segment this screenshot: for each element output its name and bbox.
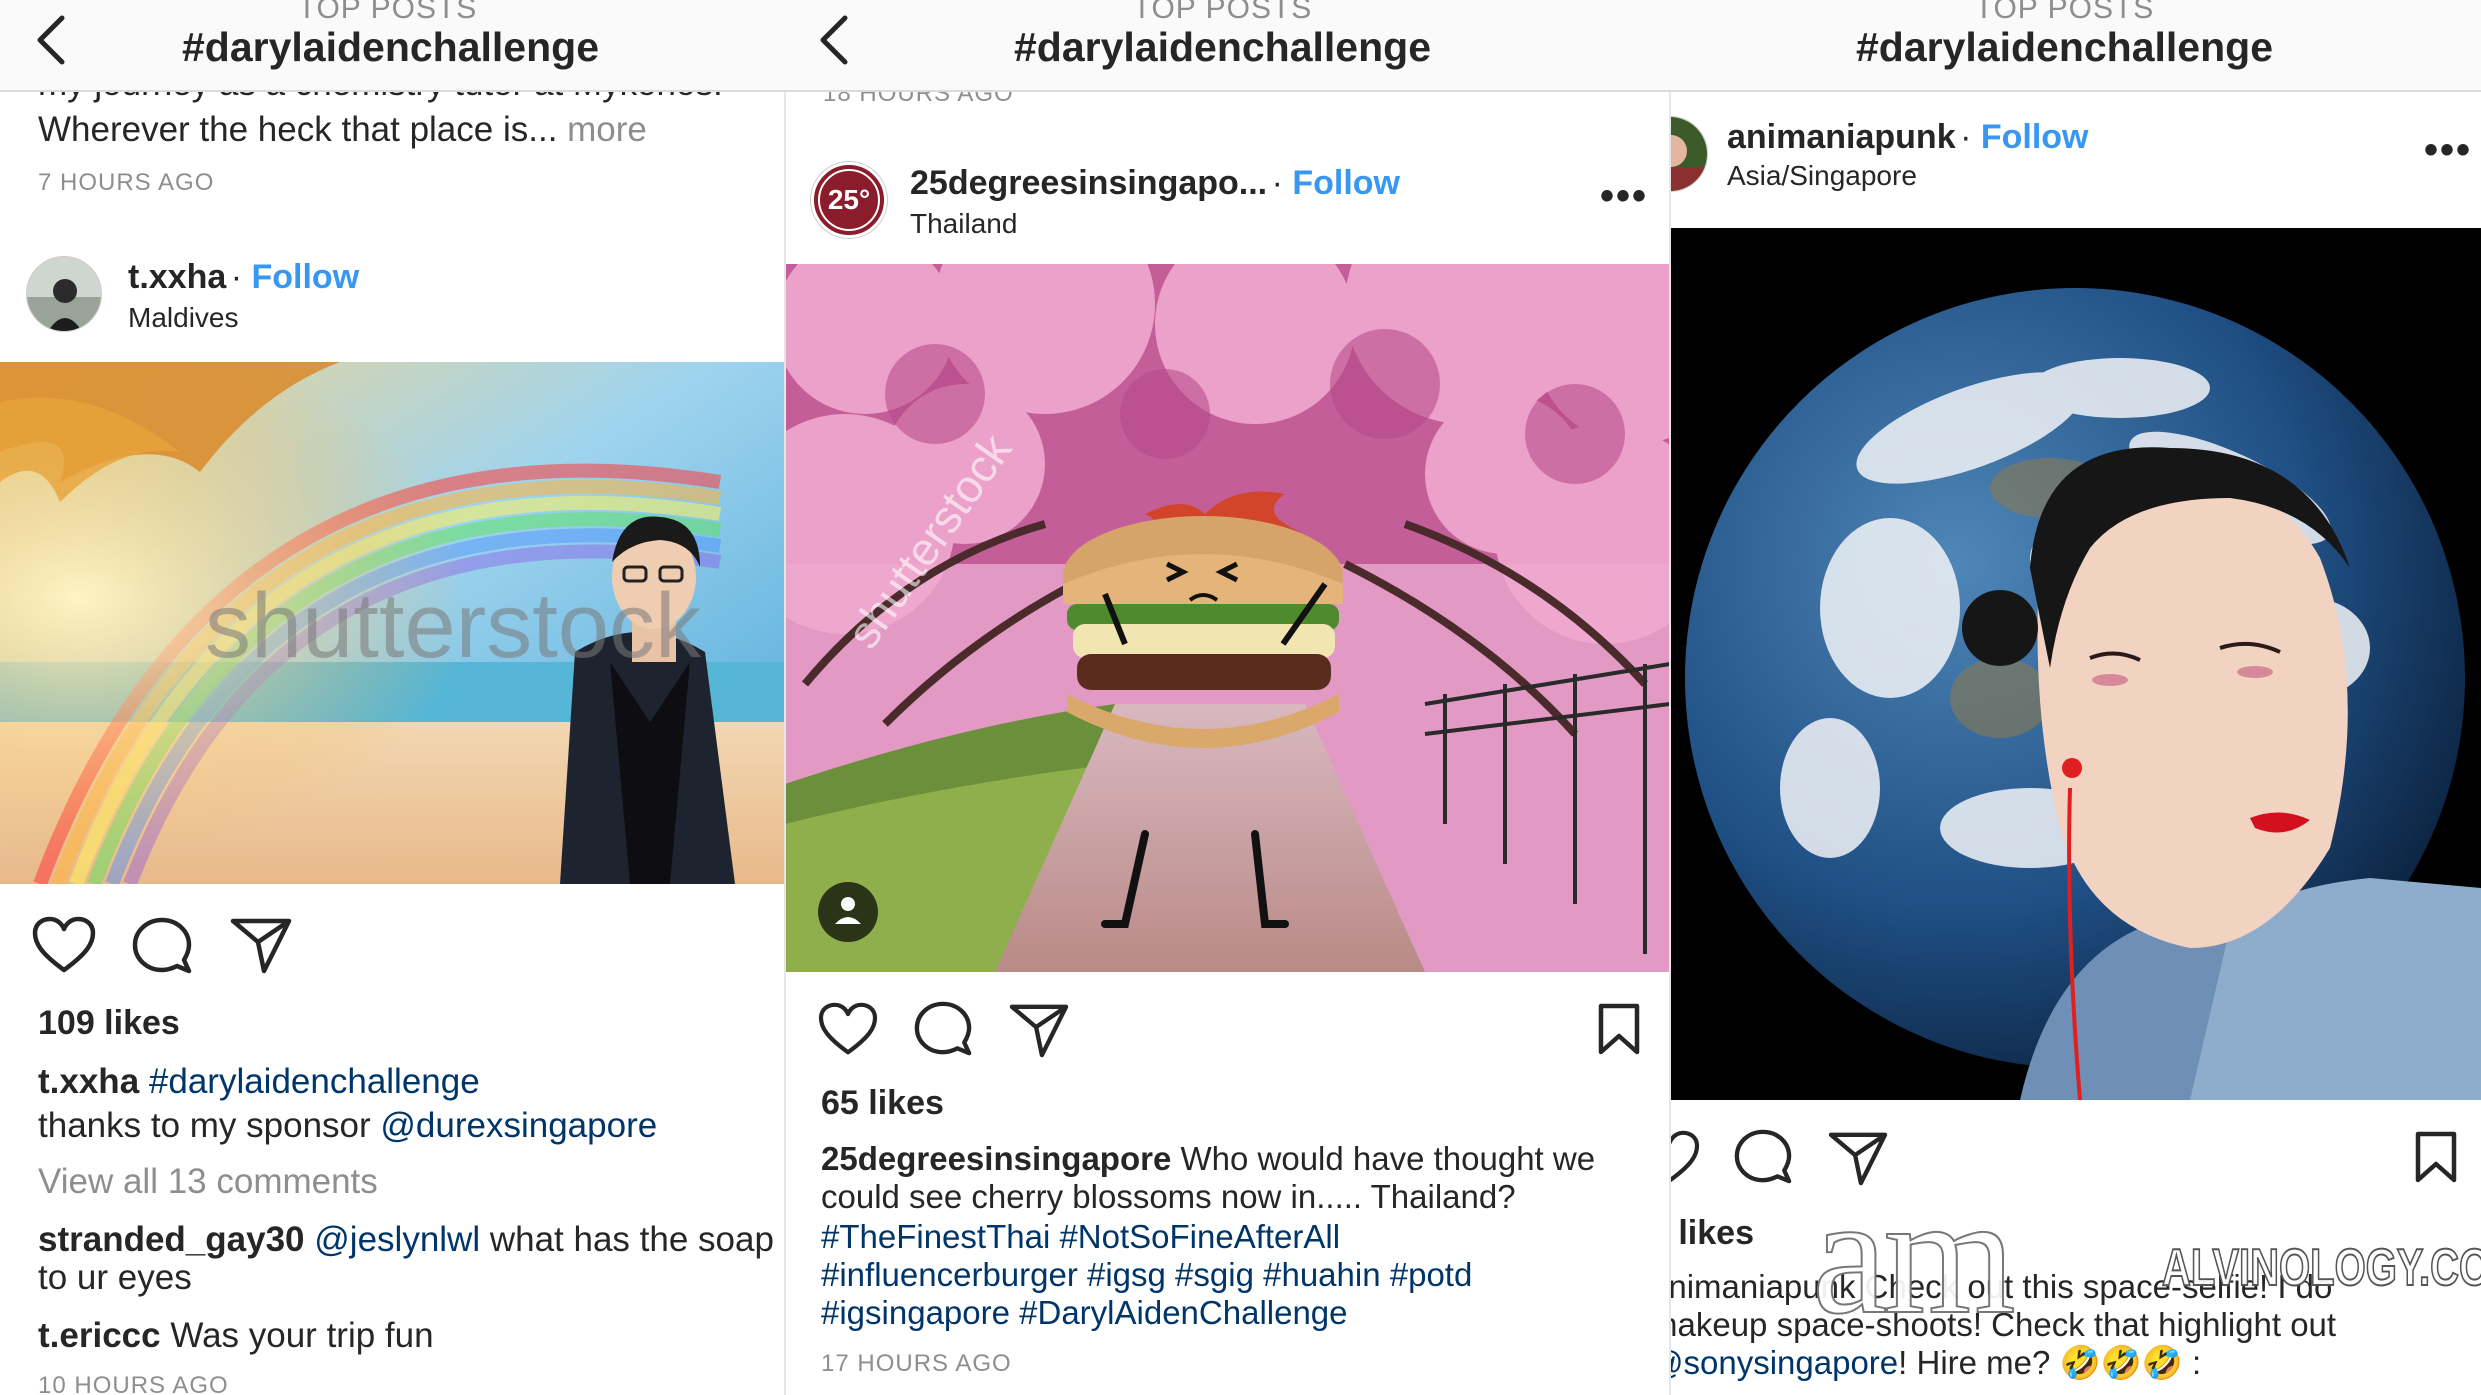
panel-divider — [1669, 0, 1671, 1395]
brand-site: ALVINOLOGY.COM — [2161, 1238, 2481, 1297]
caption-username[interactable]: 25degreesinsingapore — [821, 1140, 1171, 1177]
caption-hashtags-2[interactable]: #influencerburger #igsg #sgig #huahin #p… — [821, 1256, 1472, 1294]
comment-1-line-2: to ur eyes — [38, 1258, 192, 1297]
caption-mention[interactable]: @durexsingapore — [380, 1106, 657, 1145]
header-subtitle: TOP POSTS — [1132, 0, 1313, 25]
top-bar: TOP POSTS #darylaidenchallenge — [0, 0, 785, 92]
post-time: 10 HOURS AGO — [38, 1372, 229, 1395]
share-icon[interactable] — [1009, 1002, 1069, 1058]
caption-username[interactable]: t.xxha — [38, 1062, 139, 1101]
avatar[interactable] — [26, 256, 102, 332]
post-photo[interactable]: shutterstock — [0, 362, 785, 884]
caption-line-2: thanks to my sponsor @durexsingapore — [38, 1106, 658, 1145]
post-panel-2: 18 HOURS AGO 25° 25degreesinsingapo... ·… — [785, 0, 1670, 1395]
post-header-line: t.xxha · Follow — [128, 258, 360, 296]
caption-hashtags-1[interactable]: #TheFinestThai #NotSoFineAfterAll — [821, 1218, 1340, 1256]
heart-icon[interactable] — [1670, 1130, 1700, 1184]
top-bar: TOP POSTS #darylaidenchallenge — [785, 0, 1670, 92]
comment-2: t.ericcc Was your trip fun — [38, 1316, 434, 1355]
likes-count[interactable]: 65 likes — [821, 1084, 944, 1123]
more-options-icon[interactable]: ••• — [1600, 176, 1648, 216]
comment-1: stranded_gay30 @jeslynlwl what has the s… — [38, 1220, 774, 1259]
username[interactable]: 25degreesinsingapo... — [910, 164, 1267, 202]
more-link[interactable]: more — [567, 110, 647, 149]
bookmark-icon[interactable] — [1597, 1002, 1641, 1056]
avatar[interactable]: 25° — [811, 162, 887, 238]
caption-line-2: could see cherry blossoms now in..... Th… — [821, 1178, 1516, 1215]
header-title: #darylaidenchallenge — [1013, 24, 1431, 70]
post-panel-3: animaniapunk · Follow Asia/Singapore ••• — [1670, 0, 2481, 1395]
site-watermark: am ALVINOLOGY.COM — [1811, 1160, 2481, 1350]
follow-button[interactable]: Follow — [1981, 118, 2089, 156]
comment-icon[interactable] — [1734, 1128, 1792, 1186]
post-header-line: animaniapunk · Follow — [1727, 118, 2089, 156]
location[interactable]: Asia/Singapore — [1727, 160, 1917, 192]
post-photo[interactable] — [1670, 228, 2481, 1100]
likes-count[interactable]: 5 likes — [1670, 1214, 1754, 1253]
follow-button[interactable]: Follow — [1292, 164, 1400, 202]
follow-button[interactable]: Follow — [252, 258, 360, 296]
header-title: #darylaidenchallenge — [1855, 24, 2273, 70]
panel-divider — [784, 0, 786, 1395]
caption-line-1: 25degreesinsingapore Who would have thou… — [821, 1140, 1596, 1177]
brand-logo: am — [1811, 1160, 2017, 1350]
bookmark-icon[interactable] — [2414, 1130, 2458, 1184]
comment-username[interactable]: t.ericcc — [38, 1316, 161, 1355]
post-header-line: 25degreesinsingapo... · Follow — [910, 164, 1401, 202]
post-photo[interactable]: shutterstock — [785, 264, 1670, 972]
header-subtitle: TOP POSTS — [1974, 0, 2155, 25]
location[interactable]: Maldives — [128, 302, 238, 334]
avatar[interactable] — [1670, 116, 1708, 192]
header-title: #darylaidenchallenge — [181, 24, 599, 70]
prev-post-time: 7 HOURS AGO — [38, 169, 215, 196]
username[interactable]: animaniapunk — [1727, 118, 1956, 156]
location[interactable]: Thailand — [910, 208, 1017, 240]
header-subtitle: TOP POSTS — [297, 0, 478, 25]
heart-icon[interactable] — [32, 916, 96, 974]
more-options-icon[interactable]: ••• — [2424, 130, 2472, 170]
likes-count[interactable]: 109 likes — [38, 1004, 180, 1043]
prev-caption-line-2: Wherever the heck that place is... more — [38, 110, 647, 149]
avatar-label: 25° — [818, 169, 880, 231]
comment-icon[interactable] — [914, 1000, 972, 1058]
share-icon[interactable] — [230, 916, 292, 974]
photo-watermark: shutterstock — [205, 575, 701, 677]
caption-hashtags-3[interactable]: #igsingapore #DarylAidenChallenge — [821, 1294, 1348, 1332]
caption-hashtag[interactable]: #darylaidenchallenge — [149, 1062, 480, 1101]
view-all-comments-link[interactable]: View all 13 comments — [38, 1162, 378, 1202]
post-time: 17 HOURS AGO — [821, 1350, 1012, 1377]
comment-username[interactable]: stranded_gay30 — [38, 1220, 305, 1259]
heart-icon[interactable] — [818, 1002, 878, 1056]
comment-icon[interactable] — [132, 916, 192, 976]
post-panel-1: my journey as a chemistry tutor at Mykon… — [0, 0, 785, 1395]
username[interactable]: t.xxha — [128, 258, 226, 296]
top-bar: TOP POSTS #darylaidenchallenge — [1670, 0, 2481, 92]
caption-line-1: t.xxha #darylaidenchallenge — [38, 1062, 480, 1102]
comment-mention[interactable]: @jeslynlwl — [314, 1220, 480, 1259]
